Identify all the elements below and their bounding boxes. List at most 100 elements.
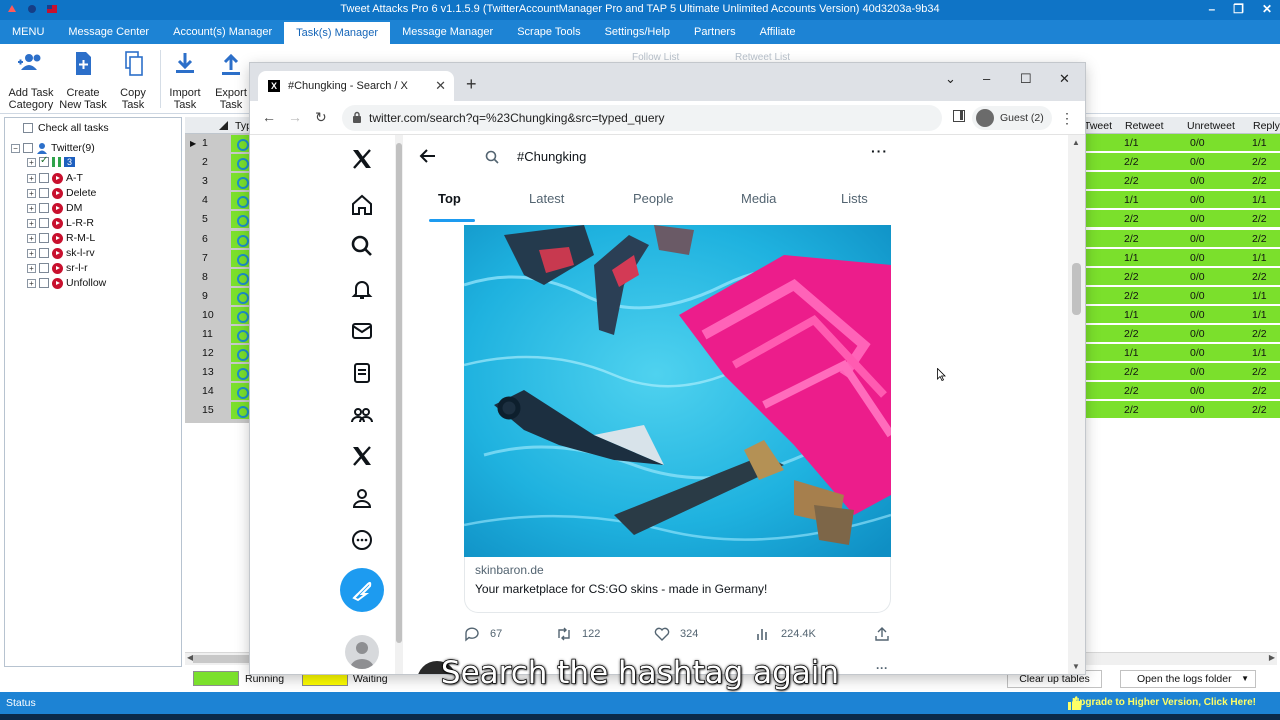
table-row[interactable]: 2/2 0/0 2/2 [1084, 382, 1280, 400]
tree-root-twitter[interactable]: − Twitter(9) [11, 142, 95, 154]
browser-minimize-icon[interactable]: – [983, 71, 990, 86]
share-icon[interactable] [874, 626, 890, 642]
more-options-icon[interactable]: ··· [871, 143, 888, 159]
tab-people[interactable]: People [633, 191, 673, 206]
retweet-button[interactable]: 122 [556, 626, 600, 642]
reply-button[interactable]: 67 [464, 626, 502, 642]
side-panel-icon[interactable] [953, 110, 965, 122]
expand-icon[interactable]: + [27, 157, 36, 167]
page-scrollbar[interactable]: ▲ ▼ [1068, 135, 1085, 674]
menu-accounts-manager[interactable]: Account(s) Manager [161, 20, 284, 44]
tab-search-icon[interactable]: ⌄ [945, 71, 956, 87]
check-all-checkbox[interactable] [23, 123, 33, 133]
tree-item-sk-l-rv[interactable]: + sk-l-rv [27, 247, 95, 259]
task-status-cell[interactable] [231, 231, 251, 248]
row-number[interactable]: 8 [185, 268, 231, 287]
table-row[interactable]: 1/1 0/0 1/1 [1084, 249, 1280, 267]
table-row[interactable]: 2/2 0/0 2/2 [1084, 210, 1280, 228]
address-bar[interactable]: twitter.com/search?q=%23Chungking&src=ty… [342, 105, 942, 131]
link-card[interactable]: skinbaron.de Your marketplace for CS:GO … [464, 557, 891, 613]
notifications-icon[interactable] [350, 277, 374, 301]
table-row[interactable]: 2/2 0/0 2/2 [1084, 363, 1280, 381]
expand-icon[interactable]: + [27, 173, 36, 183]
tree-checkbox[interactable] [39, 278, 49, 288]
row-number[interactable]: 12 [185, 344, 231, 363]
task-status-cell[interactable] [231, 402, 251, 419]
table-row[interactable]: 2/2 0/0 2/2 [1084, 268, 1280, 286]
row-number[interactable]: 13 [185, 363, 231, 382]
upgrade-link[interactable]: Upgrade to Higher Version, Click Here! [1072, 697, 1256, 708]
expand-icon[interactable]: + [27, 218, 36, 228]
search-box[interactable]: #Chungking [473, 139, 841, 175]
row-number[interactable]: 11 [185, 325, 231, 344]
tree-item-r-m-l[interactable]: + R-M-L [27, 232, 95, 244]
create-new-task-button[interactable]: Create New Task [55, 50, 111, 111]
tab-latest[interactable]: Latest [529, 191, 564, 206]
tree-checkbox[interactable] [39, 173, 49, 183]
expand-icon[interactable]: + [27, 278, 36, 288]
task-status-cell[interactable] [231, 192, 251, 209]
like-button[interactable]: 324 [654, 626, 698, 642]
collapse-icon[interactable]: − [11, 143, 20, 153]
new-tab-icon[interactable]: + [466, 74, 477, 95]
menu-scrape-tools[interactable]: Scrape Tools [505, 20, 592, 44]
home-icon[interactable] [350, 193, 374, 217]
table-row[interactable]: 2/2 0/0 2/2 [1084, 401, 1280, 419]
task-status-cell[interactable] [231, 269, 251, 286]
tree-checkbox[interactable] [39, 203, 49, 213]
profile-button[interactable]: Guest (2) [972, 106, 1052, 130]
expand-icon[interactable]: + [27, 233, 36, 243]
tree-checkbox[interactable] [23, 143, 33, 153]
x-logo-icon[interactable] [350, 147, 374, 171]
tree-item-a-t[interactable]: + A-T [27, 172, 83, 184]
menu-partners[interactable]: Partners [682, 20, 748, 44]
task-status-cell[interactable] [231, 345, 251, 362]
communities-icon[interactable] [350, 403, 374, 427]
tree-item-selected[interactable]: + 3 [27, 155, 76, 167]
browser-tab[interactable]: X #Chungking - Search / X ✕ [258, 71, 454, 101]
retweet-list-button[interactable]: Retweet List [735, 52, 790, 63]
row-number[interactable]: 3 [185, 172, 231, 191]
menu-settings-help[interactable]: Settings/Help [593, 20, 682, 44]
tree-checkbox[interactable] [39, 233, 49, 243]
task-status-cell[interactable] [231, 307, 251, 324]
tab-lists[interactable]: Lists [841, 191, 868, 206]
tree-checkbox[interactable] [39, 155, 49, 167]
tree-item-dm[interactable]: + DM [27, 202, 82, 214]
row-number[interactable]: 5 [185, 210, 231, 229]
nav-scrollbar-thumb[interactable] [396, 143, 402, 643]
sort-icon[interactable] [219, 121, 228, 130]
tree-checkbox[interactable] [39, 248, 49, 258]
menu-tasks-manager[interactable]: Task(s) Manager [284, 22, 391, 44]
table-row[interactable]: 1/1 0/0 1/1 [1084, 134, 1280, 152]
table-row[interactable]: 2/2 0/0 2/2 [1084, 153, 1280, 171]
messages-icon[interactable] [350, 319, 374, 343]
follow-list-button[interactable]: Follow List [632, 52, 679, 63]
browser-menu-icon[interactable]: ⋮ [1060, 110, 1074, 127]
expand-icon[interactable]: + [27, 248, 36, 258]
maximize-button[interactable]: ❐ [1233, 2, 1244, 16]
table-row[interactable]: 1/1 0/0 1/1 [1084, 306, 1280, 324]
close-tab-icon[interactable]: ✕ [435, 78, 446, 94]
menu-message-center[interactable]: Message Center [56, 20, 161, 44]
task-status-cell[interactable] [231, 173, 251, 190]
expand-icon[interactable]: + [27, 263, 36, 273]
table-row[interactable]: 2/2 0/0 2/2 [1084, 172, 1280, 190]
tweet-media-image[interactable] [464, 225, 891, 557]
back-arrow-icon[interactable] [419, 147, 437, 165]
row-number[interactable]: 4 [185, 191, 231, 210]
compose-post-button[interactable] [340, 568, 384, 612]
add-task-category-button[interactable]: Add Task Category [3, 50, 59, 111]
tree-item-unfollow[interactable]: + Unfollow [27, 277, 106, 289]
views-button[interactable]: 224.4K [755, 626, 816, 642]
tree-item-l-r-r[interactable]: + L-R-R [27, 217, 94, 229]
page-scrollbar-thumb[interactable] [1072, 263, 1081, 315]
tree-checkbox[interactable] [39, 218, 49, 228]
task-status-cell[interactable] [231, 288, 251, 305]
menu-affiliate[interactable]: Affiliate [748, 20, 808, 44]
more-icon[interactable] [350, 528, 374, 552]
task-status-cell[interactable] [231, 326, 251, 343]
expand-icon[interactable]: + [27, 188, 36, 198]
task-status-cell[interactable] [231, 154, 251, 171]
task-status-cell[interactable] [231, 383, 251, 400]
